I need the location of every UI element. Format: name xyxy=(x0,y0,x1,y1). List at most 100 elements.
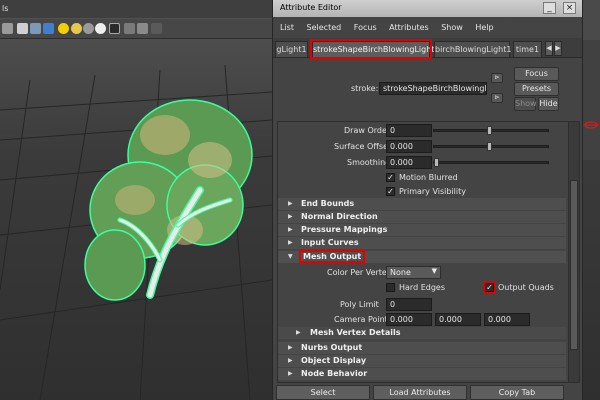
grid-toggle-icon[interactable] xyxy=(124,23,135,34)
section-label: Node Behavior xyxy=(301,369,368,378)
wire-cube-icon[interactable] xyxy=(30,23,41,34)
grid-cube-icon[interactable] xyxy=(17,23,28,34)
attribute-editor-window: Attribute Editor _ × List Selected Focus… xyxy=(272,0,583,400)
camera-point-y-field[interactable]: 0.000 xyxy=(435,313,481,326)
input-connection-icon[interactable]: ⊳ xyxy=(491,73,503,83)
section-nurbs-output[interactable]: ▶ Nurbs Output xyxy=(278,342,566,354)
section-node-behavior[interactable]: ▶ Node Behavior xyxy=(278,368,566,380)
viewport-toolbar xyxy=(0,19,272,39)
menu-list[interactable]: List xyxy=(280,23,294,32)
tab-scroll-right-icon[interactable]: ▶ xyxy=(554,41,562,56)
section-label: Nurbs Output xyxy=(301,343,363,352)
smoothing-field[interactable]: 0.000 xyxy=(386,156,432,169)
minimize-icon[interactable]: _ xyxy=(543,2,556,14)
output-quads-label: Output Quads xyxy=(498,283,554,292)
color-per-vertex-dropdown[interactable]: None ▼ xyxy=(386,266,441,279)
viewport-menubar: ls xyxy=(0,0,272,18)
red-manipulator-icon xyxy=(583,121,599,129)
expand-arrow-icon: ▶ xyxy=(296,329,301,336)
expand-arrow-icon: ▶ xyxy=(288,370,293,377)
camera-point-z-field[interactable]: 0.000 xyxy=(484,313,530,326)
share-icon[interactable] xyxy=(151,23,162,34)
menu-show[interactable]: Show xyxy=(441,23,463,32)
section-label: Pressure Mappings xyxy=(301,225,388,234)
collapse-arrow-icon: ▼ xyxy=(288,253,293,260)
chevron-down-icon: ▼ xyxy=(431,267,437,275)
camera-point-label: Camera Point xyxy=(334,315,388,324)
tab-scroll-left-icon[interactable]: ◀ xyxy=(545,41,553,56)
show-button[interactable]: Show xyxy=(514,97,537,111)
tab-glight[interactable]: gLight1 xyxy=(275,41,308,57)
scene-render xyxy=(0,64,272,400)
load-attributes-button[interactable]: Load Attributes xyxy=(373,385,467,400)
presets-button[interactable]: Presets xyxy=(514,82,559,96)
section-mesh-vertex-details[interactable]: ▶ Mesh Vertex Details xyxy=(278,327,566,339)
menu-selected[interactable]: Selected xyxy=(307,23,342,32)
poly-limit-field[interactable]: 0 xyxy=(386,298,432,311)
copy-tab-button[interactable]: Copy Tab xyxy=(470,385,564,400)
menu-attributes[interactable]: Attributes xyxy=(389,23,429,32)
viewport-menu-item[interactable]: ls xyxy=(2,4,8,13)
section-label: Mesh Vertex Details xyxy=(310,328,401,337)
node-tabs: gLight1 strokeShapeBirchBlowingLight1 bi… xyxy=(273,38,582,59)
editor-menubar: List Selected Focus Attributes Show Help xyxy=(273,17,582,36)
motion-blurred-label: Motion Blurred xyxy=(399,173,458,182)
light-bulb-icon[interactable] xyxy=(71,23,82,34)
stroke-label: stroke: xyxy=(351,84,379,93)
bottom-button-bar: Select Load Attributes Copy Tab xyxy=(273,385,584,400)
hard-edges-label: Hard Edges xyxy=(399,283,445,292)
hide-button[interactable]: Hide xyxy=(538,97,559,111)
primary-visibility-label: Primary Visibility xyxy=(399,187,466,196)
draw-order-slider-knob[interactable] xyxy=(487,126,492,135)
motion-blurred-checkbox[interactable]: ✓ xyxy=(386,173,395,182)
sphere-icon[interactable] xyxy=(83,23,94,34)
vertical-scrollbar[interactable] xyxy=(568,122,579,382)
window-titlebar[interactable]: Attribute Editor _ × xyxy=(273,0,582,17)
section-normal-direction[interactable]: ▶ Normal Direction xyxy=(278,211,566,223)
output-quads-checkbox[interactable]: ✓ xyxy=(483,281,496,294)
globe-icon[interactable] xyxy=(95,23,106,34)
tab-stroke-shape[interactable]: strokeShapeBirchBlowingLight1 xyxy=(310,39,440,59)
tab-birch-blowing-light[interactable]: birchBlowingLight1 xyxy=(434,41,512,57)
menu-focus[interactable]: Focus xyxy=(354,23,377,32)
select-button[interactable]: Select xyxy=(276,385,370,400)
primary-visibility-checkbox[interactable]: ✓ xyxy=(386,187,395,196)
expand-arrow-icon: ▶ xyxy=(288,357,293,364)
close-icon[interactable]: × xyxy=(563,2,576,14)
output-connection-icon[interactable]: ⊳ xyxy=(491,93,503,103)
section-pressure-mappings[interactable]: ▶ Pressure Mappings xyxy=(278,224,566,236)
hard-edges-checkbox[interactable] xyxy=(386,283,395,292)
tab-label: birchBlowingLight1 xyxy=(435,45,512,54)
section-input-curves[interactable]: ▶ Input Curves xyxy=(278,237,566,249)
tab-label: strokeShapeBirchBlowingLight1 xyxy=(313,45,440,54)
surface-offset-field[interactable]: 0.000 xyxy=(386,140,432,153)
light-sun-icon[interactable] xyxy=(58,23,69,34)
stroke-name-field[interactable]: strokeShapeBirchBlowingLight1 xyxy=(379,82,487,95)
menu-help[interactable]: Help xyxy=(475,23,493,32)
focus-button[interactable]: Focus xyxy=(514,67,559,81)
draw-order-field[interactable]: 0 xyxy=(386,124,432,137)
node-name-area: Focus Presets Show Hide ⊳ ⊳ stroke: stro… xyxy=(273,62,584,117)
smoothing-slider-knob[interactable] xyxy=(434,158,439,167)
section-mesh-output[interactable]: ▼ Mesh Output xyxy=(278,250,566,263)
section-end-bounds[interactable]: ▶ End Bounds xyxy=(278,198,566,210)
expand-arrow-icon: ▶ xyxy=(288,226,293,233)
isolate-icon[interactable] xyxy=(109,23,120,34)
section-object-display[interactable]: ▶ Object Display xyxy=(278,355,566,367)
shaded-cube-icon[interactable] xyxy=(43,23,54,34)
section-label: Input Curves xyxy=(301,238,359,247)
tab-label: gLight1 xyxy=(276,45,307,54)
camera-icon[interactable] xyxy=(2,23,13,34)
xray-icon[interactable] xyxy=(137,23,148,34)
surface-offset-label: Surface Offset xyxy=(334,142,392,151)
camera-point-x-field[interactable]: 0.000 xyxy=(386,313,432,326)
smoothing-slider[interactable] xyxy=(433,161,549,164)
expand-arrow-icon: ▶ xyxy=(288,344,293,351)
scrollbar-thumb[interactable] xyxy=(570,180,578,350)
section-label: Mesh Output xyxy=(298,250,366,263)
attributes-scroll-panel[interactable]: Draw Order 0 Surface Offset 0.000 Smooth… xyxy=(277,121,580,383)
surface-offset-slider-knob[interactable] xyxy=(487,142,492,151)
tab-time[interactable]: time1 xyxy=(513,41,542,57)
viewport-right-strip-top xyxy=(583,0,600,40)
draw-order-label: Draw Order xyxy=(344,126,391,135)
